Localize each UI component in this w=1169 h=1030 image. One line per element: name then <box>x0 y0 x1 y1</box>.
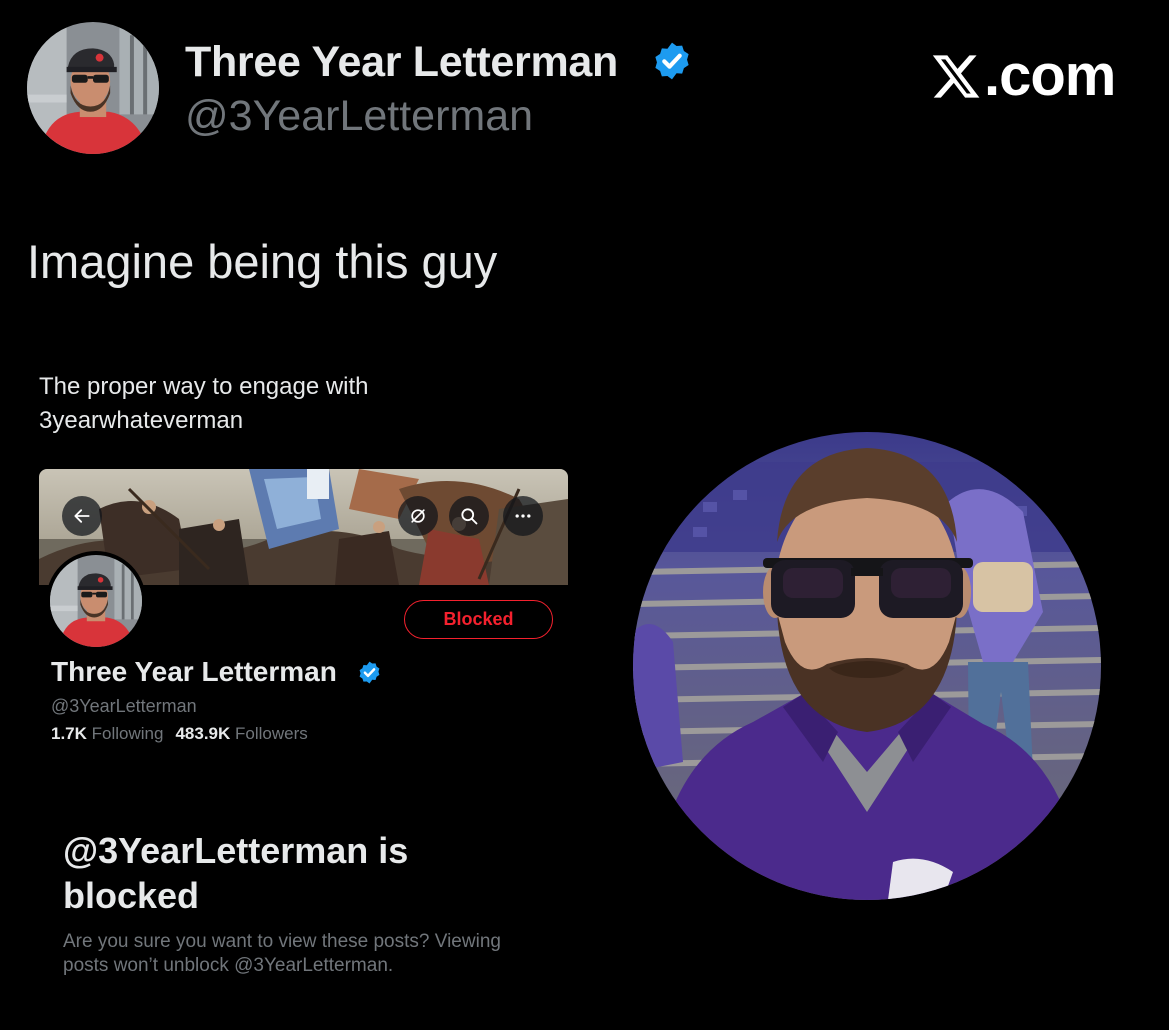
profile-avatar[interactable] <box>46 551 146 651</box>
author-name[interactable]: Three Year Letterman <box>185 38 618 87</box>
more-horizontal-icon <box>515 514 531 518</box>
search-icon <box>461 508 478 525</box>
following-link[interactable]: 1.7K Following <box>51 724 163 743</box>
profile-avatar-image <box>50 555 142 647</box>
blocked-notice-title: @3YearLetterman is blocked <box>63 830 409 916</box>
profile-handle: @3YearLetterman <box>51 696 197 716</box>
refresh-button[interactable] <box>398 496 438 536</box>
refresh-icon <box>411 509 425 523</box>
more-button[interactable] <box>503 496 543 536</box>
x-com-watermark: .com <box>930 42 1116 109</box>
large-photo-image <box>633 432 1101 900</box>
author-avatar[interactable] <box>27 22 159 154</box>
profile-name: Three Year Letterman <box>51 656 337 687</box>
following-count: 1.7K <box>51 724 87 743</box>
verified-badge-icon <box>357 660 382 685</box>
verified-badge-icon <box>651 40 693 82</box>
profile-stats: 1.7K Following 483.9K Followers <box>51 724 308 744</box>
followers-count: 483.9K <box>175 724 231 743</box>
profile-avatar-image <box>27 22 159 154</box>
followers-link[interactable]: 483.9K Followers <box>175 724 307 743</box>
tweet-text: Imagine being this guy <box>27 235 498 288</box>
blocked-button[interactable]: Blocked <box>404 600 553 639</box>
x-logo-icon <box>932 54 980 98</box>
back-button[interactable] <box>62 496 102 536</box>
following-label: Following <box>91 724 164 743</box>
followers-label: Followers <box>235 724 308 743</box>
blocked-notice-description: Are you sure you want to view these post… <box>63 931 501 976</box>
arrow-left-icon <box>74 509 90 523</box>
site-label: .com <box>984 43 1116 108</box>
large-profile-photo <box>633 432 1101 900</box>
author-handle[interactable]: @3YearLetterman <box>185 92 533 141</box>
search-button[interactable] <box>449 496 489 536</box>
embedded-quote-text: The proper way to engage with 3yearwhate… <box>39 373 369 434</box>
